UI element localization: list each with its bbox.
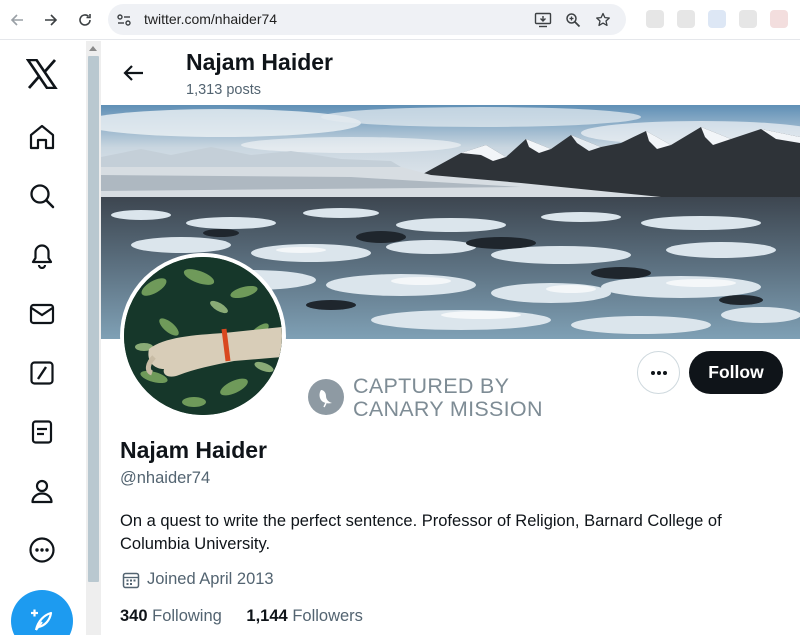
profile-avatar-icon[interactable] — [770, 10, 788, 28]
following-link[interactable]: 340 Following — [120, 607, 222, 626]
reload-icon — [79, 14, 91, 26]
header-profile-name: Najam Haider — [186, 49, 334, 75]
profile-bio: On a quest to write the perfect sentence… — [120, 512, 722, 553]
sidebar-item-home[interactable] — [21, 116, 63, 158]
site-settings-icon[interactable] — [116, 12, 132, 28]
sidebar-item-x-logo[interactable] — [21, 53, 63, 95]
profile-icon — [31, 479, 53, 504]
watermark-line-1: CAPTURED BY — [353, 374, 510, 398]
zoom-icon[interactable] — [563, 10, 583, 30]
search-icon — [30, 184, 55, 209]
extension-icon[interactable] — [646, 10, 664, 28]
extension-icon[interactable] — [708, 10, 726, 28]
left-sidebar — [0, 41, 86, 635]
address-bar[interactable]: twitter.com/nhaider74 — [108, 4, 626, 35]
joined-text: Joined April 2013 — [147, 570, 274, 588]
sidebar-item-lists[interactable] — [21, 411, 63, 453]
sidebar-item-grok[interactable] — [21, 352, 63, 394]
sidebar-item-notifications[interactable] — [21, 234, 63, 276]
messages-envelope-icon — [29, 303, 55, 325]
follow-button[interactable]: Follow — [689, 351, 783, 394]
canary-mission-watermark: CAPTURED BY CANARY MISSION — [308, 374, 568, 424]
calendar-icon — [122, 572, 140, 588]
post-button[interactable] — [11, 590, 73, 635]
sidebar-item-messages[interactable] — [21, 293, 63, 335]
more-dots-icon — [650, 370, 667, 375]
followers-count: 1,144 — [246, 607, 288, 625]
profile-name: Najam Haider — [120, 437, 268, 463]
sidebar-item-profile[interactable] — [21, 470, 63, 512]
following-count: 340 — [120, 607, 148, 625]
watermark-line-2: CANARY MISSION — [353, 397, 543, 421]
followers-link[interactable]: 1,144 Followers — [246, 607, 363, 626]
browser-reload-button[interactable] — [74, 9, 96, 31]
sidebar-item-more[interactable] — [21, 529, 63, 571]
extension-icon[interactable] — [739, 10, 757, 28]
url-text[interactable]: twitter.com/nhaider74 — [144, 11, 277, 27]
more-options-button[interactable] — [637, 351, 680, 394]
sidebar-item-explore[interactable] — [21, 175, 63, 217]
install-app-icon[interactable] — [533, 10, 553, 30]
profile-handle: @nhaider74 — [120, 469, 211, 487]
scroll-up-arrow[interactable] — [89, 46, 97, 51]
followers-label: Followers — [292, 607, 363, 625]
back-button[interactable] — [119, 61, 147, 85]
profile-avatar[interactable] — [120, 253, 286, 419]
home-icon — [29, 124, 55, 150]
browser-back-button[interactable] — [6, 9, 28, 31]
back-arrow-icon — [123, 65, 143, 81]
notifications-bell-icon — [31, 244, 53, 269]
grok-icon — [30, 361, 54, 385]
more-circle-icon — [29, 537, 55, 563]
bookmark-star-icon[interactable] — [593, 10, 613, 30]
avatar-image — [124, 257, 282, 415]
feather-plus-icon — [31, 609, 53, 631]
canary-logo-icon — [308, 379, 344, 415]
profile-stats: 340 Following 1,144 Followers — [120, 607, 383, 626]
browser-forward-button[interactable] — [40, 9, 62, 31]
following-label: Following — [152, 607, 222, 625]
browser-toolbar: twitter.com/nhaider74 — [0, 0, 800, 40]
forward-arrow-icon — [45, 14, 58, 26]
profile-main: Najam Haider 1,313 posts Follow CAPTURED… — [101, 41, 800, 635]
x-logo-icon — [26, 59, 58, 89]
extension-icon[interactable] — [677, 10, 695, 28]
scrollbar-thumb[interactable] — [88, 56, 99, 582]
back-arrow-icon — [10, 14, 23, 26]
lists-icon — [31, 420, 53, 444]
profile-joined-date: Joined April 2013 — [122, 570, 274, 589]
header-post-count: 1,313 posts — [186, 82, 261, 98]
